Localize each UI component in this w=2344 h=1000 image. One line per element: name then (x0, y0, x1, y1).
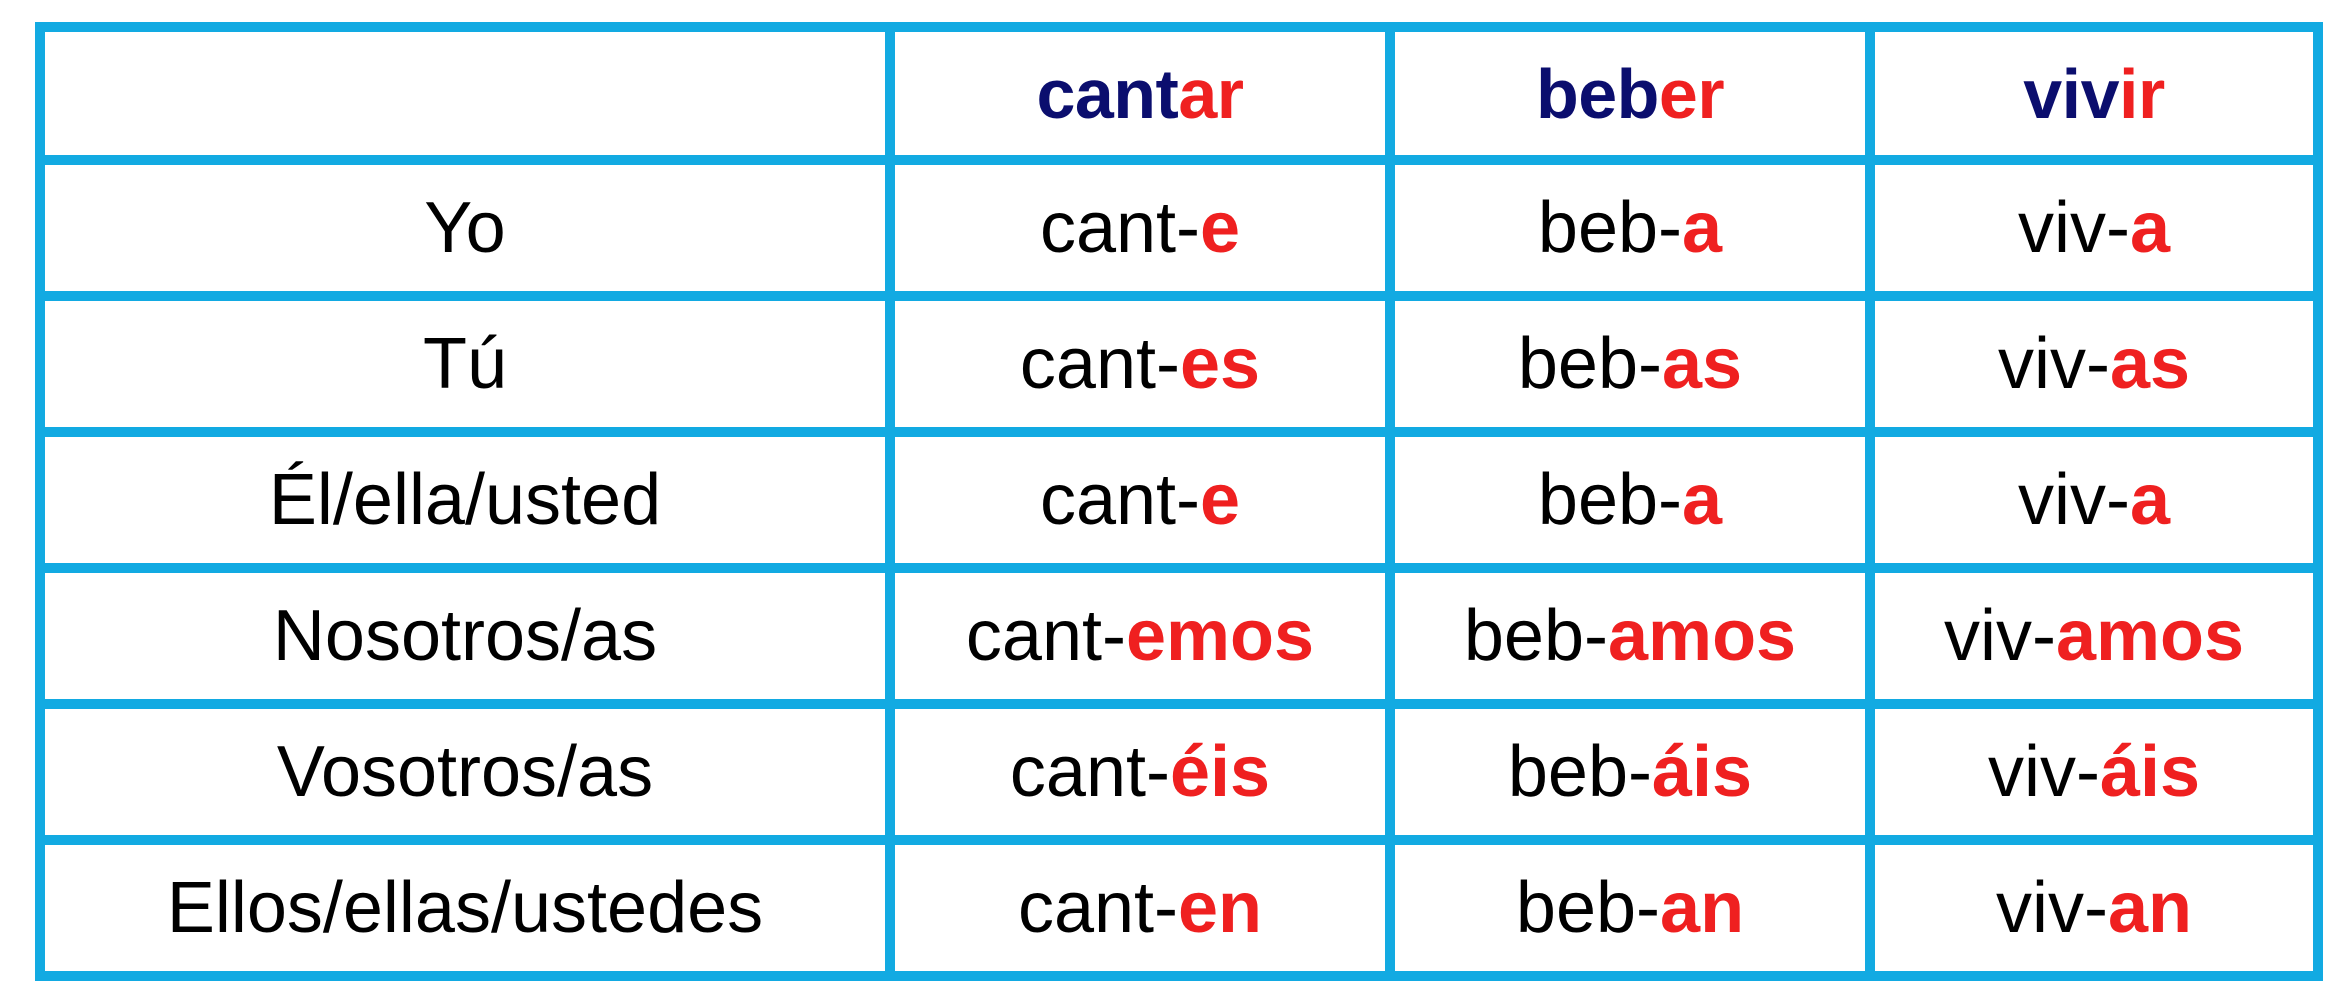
form-ending: es (1179, 324, 1261, 404)
table-row: Yo cant-e beb-a viv-a (35, 155, 2323, 301)
verb-header-cell: vivir (1865, 22, 2323, 165)
conjugation-table: cantar beber vivir Yo cant-e beb-a viv-a… (35, 22, 2323, 981)
form-stem: viv- (1997, 324, 2110, 404)
verb-header-vivir: vivir (2023, 55, 2165, 133)
form-ending: as (2109, 324, 2191, 404)
verb-stem: cant (1036, 54, 1179, 133)
form-ending: en (1178, 868, 1263, 948)
verb-header-cantar: cantar (1036, 54, 1244, 133)
form-ending: e (1200, 188, 1241, 268)
form-stem: beb- (1537, 460, 1683, 540)
table-row: Vosotros/as cant-éis beb-áis viv-áis (35, 699, 2323, 845)
conjugation-cell: viv-an (1865, 835, 2323, 981)
form-stem: cant- (1009, 732, 1170, 812)
conjugation-cell: viv-a (1865, 155, 2323, 301)
verb-ending: ir (2119, 54, 2165, 133)
form-ending: emos (1125, 596, 1315, 676)
form-ending: a (2129, 188, 2171, 268)
form-ending: áis (2099, 732, 2201, 812)
form-ending: amos (1608, 596, 1797, 676)
conjugation-cell: cant-e (885, 427, 1395, 573)
conjugation-cell: beb-áis (1385, 699, 1875, 845)
form-ending: éis (1169, 732, 1271, 812)
form-stem: cant- (965, 596, 1126, 676)
pronoun-cell: Yo (35, 155, 895, 301)
form-ending: a (1682, 460, 1723, 540)
table-row: Él/ella/usted cant-e beb-a viv-a (35, 427, 2323, 573)
corner-cell (35, 22, 895, 165)
form-stem: viv- (1995, 868, 2108, 948)
form-ending: a (2129, 460, 2171, 540)
verb-ending: er (1658, 54, 1725, 133)
form-ending: as (1662, 324, 1743, 404)
conjugation-cell: cant-es (885, 291, 1395, 437)
conjugation-cell: cant-en (885, 835, 1395, 981)
conjugation-cell: beb-a (1385, 155, 1875, 301)
pronoun-cell: Nosotros/as (35, 563, 895, 709)
form-ending: amos (2055, 596, 2245, 676)
conjugation-cell: viv-a (1865, 427, 2323, 573)
table-row: Nosotros/as cant-emos beb-amos viv-amos (35, 563, 2323, 709)
table-row: Ellos/ellas/ustedes cant-en beb-an viv-a… (35, 835, 2323, 981)
conjugation-cell: beb-a (1385, 427, 1875, 573)
form-stem: beb- (1515, 868, 1661, 948)
form-stem: viv- (2017, 188, 2130, 268)
form-stem: cant- (1039, 188, 1201, 268)
form-stem: cant- (1019, 324, 1180, 404)
conjugation-cell: viv-as (1865, 291, 2323, 437)
conjugation-cell: beb-an (1385, 835, 1875, 981)
pronoun-cell: Vosotros/as (35, 699, 895, 845)
verb-header-cell: beber (1385, 22, 1875, 165)
conjugation-cell: cant-e (885, 155, 1395, 301)
form-stem: cant- (1039, 460, 1201, 540)
verb-stem: viv (2023, 54, 2120, 133)
form-ending: an (2107, 868, 2192, 948)
verb-header-cell: cantar (885, 22, 1395, 165)
form-ending: a (1682, 188, 1723, 268)
conjugation-cell: cant-emos (885, 563, 1395, 709)
form-ending: e (1200, 460, 1241, 540)
form-stem: beb- (1463, 596, 1608, 676)
verb-stem: beb (1535, 54, 1659, 133)
pronoun-cell: Tú (35, 291, 895, 437)
form-ending: áis (1652, 732, 1753, 812)
table-row: Tú cant-es beb-as viv-as (35, 291, 2323, 437)
form-stem: beb- (1507, 732, 1652, 812)
conjugation-cell: beb-as (1385, 291, 1875, 437)
form-stem: viv- (1987, 732, 2100, 812)
conjugation-cell: viv-áis (1865, 699, 2323, 845)
pronoun-cell: Ellos/ellas/ustedes (35, 835, 895, 981)
form-ending: an (1660, 868, 1745, 948)
form-stem: viv- (1943, 596, 2056, 676)
pronoun-cell: Él/ella/usted (35, 427, 895, 573)
conjugation-cell: viv-amos (1865, 563, 2323, 709)
conjugation-cell: cant-éis (885, 699, 1395, 845)
verb-ending: ar (1178, 54, 1244, 133)
verb-header-beber: beber (1535, 54, 1725, 133)
form-stem: beb- (1537, 188, 1683, 268)
header-row: cantar beber vivir (35, 22, 2323, 165)
form-stem: beb- (1517, 324, 1662, 404)
form-stem: cant- (1017, 868, 1179, 948)
conjugation-cell: beb-amos (1385, 563, 1875, 709)
form-stem: viv- (2017, 460, 2130, 540)
